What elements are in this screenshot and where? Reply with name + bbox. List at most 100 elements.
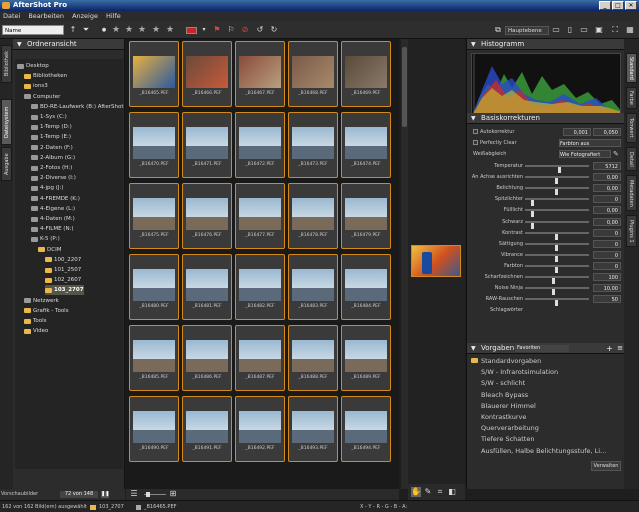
thumbnail[interactable]: _B16480.PEF (129, 254, 179, 320)
menu-file[interactable]: Datei (3, 11, 20, 21)
tree-item[interactable]: 100_2207 (45, 255, 81, 265)
thumbnail[interactable]: _B16479.PEF (341, 183, 391, 249)
tab-plugins[interactable]: Plugins 1 (626, 215, 637, 247)
tree-item[interactable]: BD-RE-Laufwerk (B:) AfterShot (31, 102, 123, 112)
adjustment-slider[interactable] (525, 231, 589, 240)
star-2-icon[interactable]: ★ (124, 25, 134, 35)
tab-filesystem[interactable]: Dateisystem (1, 99, 12, 145)
thumbnail[interactable]: _B16481.PEF (182, 254, 232, 320)
adjustment-slider[interactable] (525, 264, 589, 273)
adjustment-value[interactable]: 100 (593, 273, 621, 281)
tab-library[interactable]: Bibliothek (1, 45, 12, 83)
adjustment-slider[interactable] (525, 287, 589, 296)
maximize-button[interactable]: □ (612, 1, 624, 10)
thumbnail[interactable]: _B16485.PEF (129, 325, 179, 391)
color-label-swatch[interactable] (186, 27, 197, 34)
thumbnail[interactable]: _B16475.PEF (129, 183, 179, 249)
presets-dropdown[interactable]: Favoriten (515, 345, 569, 352)
adjustment-value[interactable]: 0,00 (593, 184, 621, 193)
preset-item[interactable]: S/W - Infrarotsimulation (481, 367, 558, 378)
menu-edit[interactable]: Bearbeiten (28, 11, 64, 21)
tree-item[interactable]: 103_2707 (45, 285, 84, 296)
adjustment-slider[interactable] (525, 198, 589, 207)
preset-item[interactable]: Querverarbeitung (481, 423, 539, 434)
thumbnail[interactable]: _B16476.PEF (182, 183, 232, 249)
thumbnail[interactable]: _B16494.PEF (341, 396, 391, 462)
layout-1-icon[interactable]: ▭ (551, 25, 561, 35)
thumbnail[interactable]: _B16478.PEF (288, 183, 338, 249)
browser-scrollbar[interactable] (401, 39, 408, 489)
sort-select[interactable]: Name (2, 25, 64, 35)
tree-item[interactable]: Bibliotheken (24, 71, 67, 81)
tab-output[interactable]: Ausgabe (1, 147, 12, 181)
histogram-header[interactable]: ▼ Histogramm (467, 39, 625, 50)
adjustment-value[interactable]: 0 (593, 239, 621, 248)
thumbnail[interactable]: _B16493.PEF (288, 396, 338, 462)
adjustment-value[interactable]: 0 (593, 250, 621, 259)
adjustment-slider[interactable] (525, 209, 589, 218)
menu-view[interactable]: Anzeige (72, 11, 98, 21)
rotate-right-icon[interactable]: ↻ (269, 25, 279, 35)
tree-item[interactable]: 4-FREMDE (K:) (31, 194, 80, 204)
sort-up-icon[interactable]: ↑ (68, 25, 78, 35)
preset-item[interactable]: Kontrastkurve (481, 412, 526, 423)
tab-tonwert[interactable]: Tonwert (626, 113, 637, 143)
presets-header[interactable]: ▼ Vorgaben Favoriten + ≡ (467, 343, 625, 354)
workspace-select[interactable]: Hauptebene (505, 26, 549, 35)
adjustment-slider[interactable] (525, 276, 589, 284)
perfectly-clear-select[interactable]: Farbton aus (559, 139, 621, 147)
tree-item[interactable]: K-5 (P:) (31, 234, 60, 244)
filter-icon[interactable]: ⏷ (81, 25, 91, 35)
tree-item[interactable]: Grafik - Tools (24, 306, 69, 316)
preview-image[interactable] (411, 245, 461, 277)
thumbnail[interactable]: _B16466.PEF (182, 41, 232, 107)
folder-panel-header[interactable]: ▼ Ordneransicht (13, 39, 124, 50)
tree-item[interactable]: 2-Album (G:) (31, 153, 75, 163)
tree-item[interactable]: Netzwerk (24, 296, 59, 306)
thumbnail[interactable]: _B16491.PEF (182, 396, 232, 462)
hand-tool-icon[interactable]: ✋ (411, 487, 421, 497)
rotate-left-icon[interactable]: ↺ (255, 25, 265, 35)
star-5-icon[interactable]: ★ (165, 25, 175, 35)
thumbnail[interactable]: _B16469.PEF (341, 41, 391, 107)
adjustment-value[interactable]: 0 (593, 195, 621, 204)
adjustment-value[interactable]: 10,00 (593, 284, 621, 293)
adjustment-value[interactable]: 0 (593, 261, 621, 270)
basic-header[interactable]: ▼ Basiskorrekturen (467, 113, 625, 124)
adjustment-slider[interactable] (525, 298, 589, 307)
thumbnail[interactable]: _B16483.PEF (288, 254, 338, 320)
preset-item[interactable]: Standardvorgaben (471, 356, 541, 367)
tab-detail[interactable]: Detail (626, 147, 637, 171)
adjustment-slider[interactable] (525, 242, 589, 251)
tree-item[interactable]: 4-FILME (N:) (31, 224, 74, 234)
flag-white-icon[interactable]: ⚐ (226, 25, 236, 35)
tab-standard[interactable]: Standard (626, 53, 637, 83)
thumbnail[interactable]: _B16487.PEF (235, 325, 285, 391)
thumbnail[interactable]: _B16470.PEF (129, 112, 179, 178)
pause-icon[interactable]: ❚❚ (101, 491, 109, 498)
manage-presets-button[interactable]: Verwalten (591, 461, 621, 471)
reject-icon[interactable]: ⊘ (240, 25, 250, 35)
adjustment-value[interactable]: 0,00 (593, 206, 621, 215)
thumbnail[interactable]: _B16484.PEF (341, 254, 391, 320)
thumbnail[interactable]: _B16468.PEF (288, 41, 338, 107)
compare-tool-icon[interactable]: ◧ (447, 487, 457, 497)
collapse-icon[interactable]: ▼ (17, 39, 22, 50)
scroll-thumb[interactable] (402, 47, 407, 127)
perfectly-clear-checkbox[interactable] (473, 140, 478, 145)
tree-item[interactable]: Desktop (17, 61, 49, 71)
thumbnail[interactable]: _B16482.PEF (235, 254, 285, 320)
camera-icon[interactable]: ▦ (625, 25, 635, 35)
collapse-icon[interactable]: ▼ (471, 113, 476, 124)
adjustment-slider[interactable] (525, 187, 589, 196)
preset-item[interactable]: Bleach Bypass (481, 390, 528, 401)
layout-3-icon[interactable]: ▭ (579, 25, 589, 35)
tree-item[interactable]: 4-Eigene (L:) (31, 204, 75, 214)
tree-item[interactable]: 1-Temp (D:) (31, 122, 72, 132)
rating-dot-icon[interactable]: ● (99, 25, 109, 35)
collapse-icon[interactable]: ▼ (471, 39, 476, 50)
close-button[interactable]: ✕ (625, 1, 637, 10)
minimize-button[interactable]: _ (599, 1, 611, 10)
menu-help[interactable]: Hilfe (106, 11, 121, 21)
tree-item[interactable]: 1-Sys (C:) (31, 112, 67, 122)
